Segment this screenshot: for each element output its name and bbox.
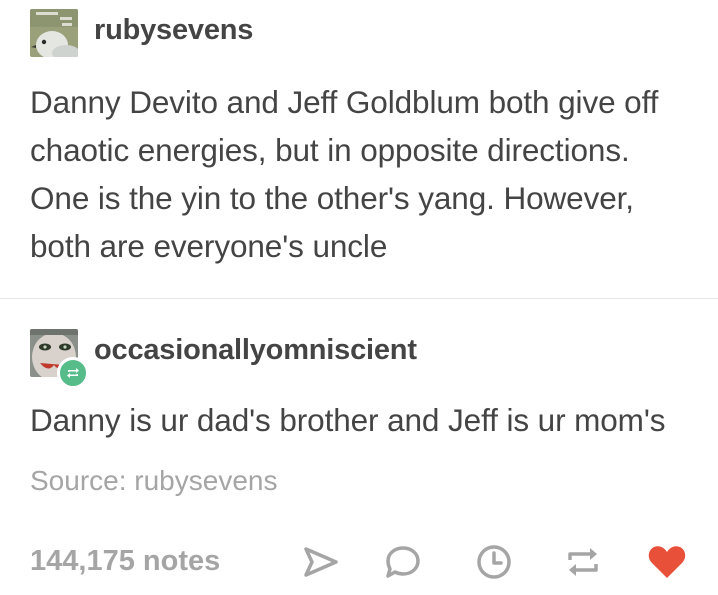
tumblr-post: rubysevens Danny Devito and Jeff Goldblu… [0,0,718,595]
reblog-divider [0,298,718,299]
reply-button[interactable] [382,541,424,583]
reblog-text: Danny is ur dad's brother and Jeff is ur… [30,402,666,438]
pigeon-avatar-icon [30,9,78,57]
share-button[interactable] [300,541,342,583]
reblog-icon [568,548,598,576]
original-username[interactable]: rubysevens [94,14,253,47]
reblog-button[interactable] [562,541,604,583]
clock-icon [477,545,511,579]
chat-bubble-icon [386,546,420,578]
reblog-username[interactable]: occasionallyomniscient [94,334,417,367]
reblog-badge [57,357,89,389]
heart-icon [648,546,686,578]
queue-button[interactable] [473,541,515,583]
send-icon [304,547,338,577]
original-post-text: Danny Devito and Jeff Goldblum both give… [30,84,659,264]
notes-count[interactable]: 144,175 notes [30,545,220,578]
reblog-badge-icon [67,368,79,378]
source-link[interactable]: Source: rubysevens [30,465,277,497]
like-button[interactable] [646,541,688,583]
rubysevens-avatar[interactable] [30,9,78,57]
